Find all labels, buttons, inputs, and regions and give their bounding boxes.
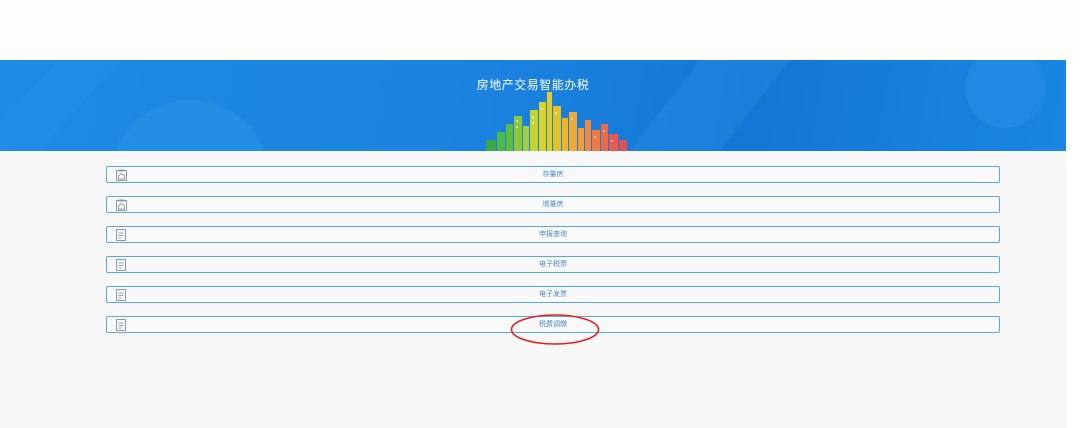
menu-item-label: 申报查询 — [539, 230, 567, 238]
city-skyline-icon — [486, 92, 627, 151]
header-banner: 房地产交易智能办税 — [0, 60, 1066, 151]
top-bar — [0, 0, 1080, 60]
menu-item-label: 税费调缴 — [539, 320, 567, 328]
menu-item-label: 增量房 — [542, 200, 564, 208]
menu-item-dianzi-fapiao[interactable]: 电子发票 — [106, 286, 1000, 303]
menu-item-shenbao-chaxun[interactable]: 申报查询 — [106, 226, 1000, 243]
menu-item-label: 电子发票 — [539, 290, 567, 298]
menu-item-cunliangfang[interactable]: 存量房 — [106, 166, 1000, 183]
menu-item-shuifei-tiaojiao[interactable]: 税费调缴 — [106, 316, 1000, 333]
menu-item-dianzi-shuipiao[interactable]: 电子税票 — [106, 256, 1000, 273]
page: 房地产交易智能办税 存量房 增量房 申报查询 电子税票 电子发票 税费调缴 — [0, 0, 1080, 428]
right-gutter — [1066, 60, 1080, 428]
menu-item-zengliangfang[interactable]: 增量房 — [106, 196, 1000, 213]
menu-item-label: 存量房 — [542, 170, 564, 178]
menu-item-label: 电子税票 — [539, 260, 567, 268]
